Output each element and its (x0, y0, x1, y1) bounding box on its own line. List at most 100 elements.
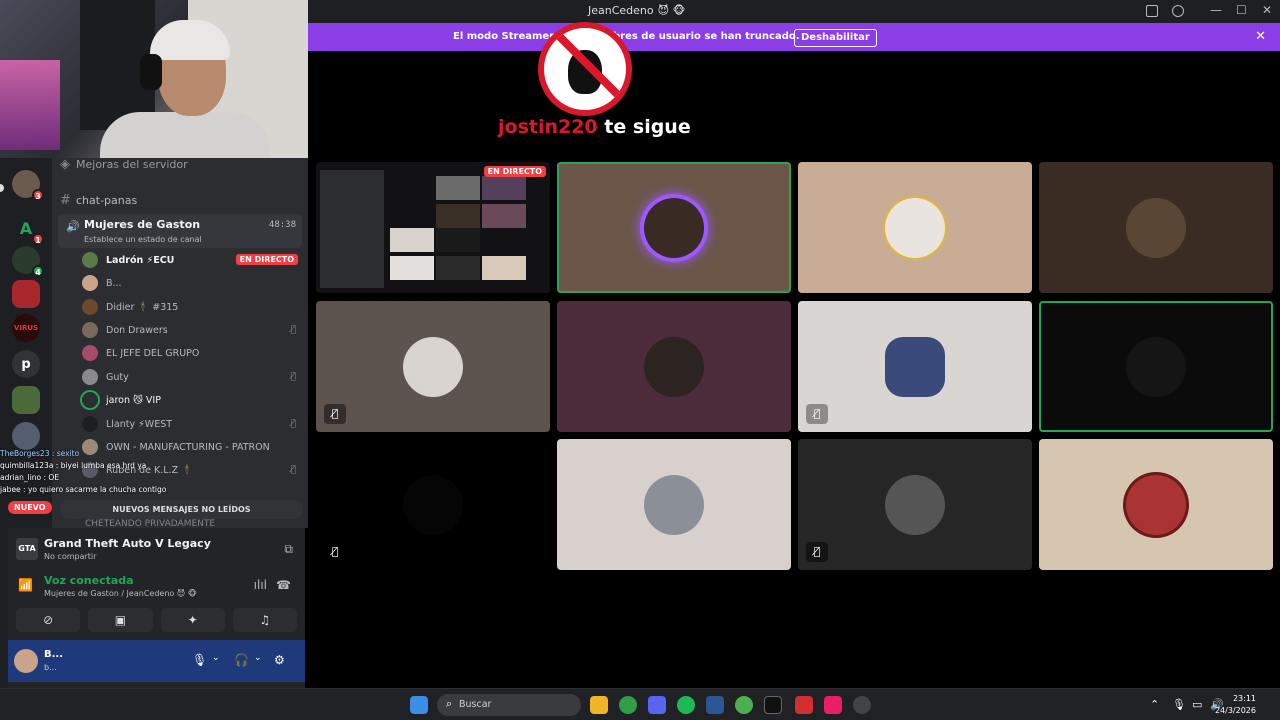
participant-tile[interactable] (557, 439, 791, 570)
share-screen-button[interactable]: ▣ (88, 608, 153, 632)
system-clock[interactable]: 23:11 24/3/2026 (1215, 693, 1256, 717)
voice-member[interactable]: Didier 🕴 #315 (82, 297, 300, 317)
maximize-icon[interactable]: ☐ (1236, 3, 1247, 17)
app-icon[interactable] (795, 696, 813, 714)
stream-tile[interactable]: EN DIRECTO (316, 162, 550, 293)
channel-status-prompt[interactable]: Establece un estado de canal (84, 235, 202, 244)
disconnect-icon[interactable]: ☎ (276, 578, 291, 592)
avatar (1126, 337, 1186, 397)
voice-timer: 48:38 (268, 220, 296, 230)
file-explorer-icon[interactable] (590, 696, 608, 714)
obs-icon[interactable] (853, 696, 871, 714)
mic-muted-icon: 🎙̸ (324, 404, 346, 424)
participant-tile[interactable]: 🎙̸ (316, 439, 550, 570)
avatar (1126, 475, 1186, 535)
participant-tile[interactable] (1039, 301, 1273, 432)
participant-tile[interactable] (557, 301, 791, 432)
voice-channel[interactable]: 🔊 Mujeres de Gaston 48:38 Establece un e… (58, 214, 302, 248)
stream-chat-overlay: TheBorges23 : sexito quimbilla123a : biy… (0, 448, 166, 496)
activities-button[interactable]: ✦ (160, 608, 225, 632)
member-name: Ladrón ⚡ECU (106, 254, 175, 266)
participant-tile[interactable]: 🎙̸ (316, 301, 550, 432)
participant-tile[interactable]: 🎙̸ (798, 439, 1032, 570)
channel-name: chat-panas (76, 193, 138, 207)
spotify-icon[interactable] (677, 696, 695, 714)
app-icon[interactable] (764, 696, 782, 714)
server-icon[interactable] (12, 386, 40, 414)
voice-member[interactable]: jaron 😼 VIP (82, 390, 300, 410)
server-badge: 4 (32, 265, 44, 277)
server-icon[interactable]: A1 (12, 214, 44, 245)
new-button[interactable]: NUEVO (8, 501, 52, 514)
camera-off-button[interactable]: ⊘ (16, 608, 81, 632)
search-placeholder: Buscar (459, 699, 492, 710)
game-subtext: No compartir (44, 552, 97, 561)
unread-messages-bar[interactable]: NUEVOS MENSAJES NO LEÍDOS (60, 500, 303, 519)
server-icon[interactable]: p (12, 350, 40, 378)
streamer-mode-banner: El modo Streamer est… nombres de usuario… (308, 23, 1280, 51)
avatar (82, 252, 98, 268)
headphones-icon[interactable]: 🎧 (234, 653, 249, 667)
voice-member[interactable]: Llanty ⚡WEST 🎙̸ (82, 414, 300, 434)
participant-tile[interactable]: 🎙̸ (798, 301, 1032, 432)
gear-icon[interactable]: ⚙ (274, 653, 285, 667)
start-icon[interactable] (410, 696, 428, 714)
voice-member[interactable]: EL JEFE DEL GRUPO (82, 343, 300, 363)
server-icon[interactable]: 4 (12, 246, 44, 277)
channel-row[interactable]: ◈ Mejoras del servidor (60, 158, 300, 174)
voice-member[interactable]: B... (82, 273, 300, 293)
avatar (82, 416, 98, 432)
avatar (644, 198, 704, 258)
mic-muted-icon: 🎙̸ (290, 372, 296, 382)
user-avatar[interactable] (14, 649, 38, 673)
voice-member[interactable]: Guty 🎙̸ (82, 367, 300, 387)
server-icon[interactable] (12, 280, 40, 308)
participant-tile[interactable] (1039, 162, 1273, 293)
voice-member[interactable]: Ladrón ⚡ECU EN DIRECTO (82, 250, 300, 270)
voice-status[interactable]: Voz conectada (44, 574, 134, 587)
close-icon[interactable]: ✕ (1255, 29, 1266, 44)
avatar (82, 322, 98, 338)
screen-share-icon[interactable]: ⧉ (284, 542, 293, 557)
disable-streamer-button[interactable]: Deshabilitar (794, 29, 877, 47)
network-icon[interactable]: ▭ (1192, 698, 1202, 711)
app-icon[interactable] (706, 696, 724, 714)
voice-connection: 📶 Voz conectada Mujeres de Gaston / Jean… (16, 572, 297, 602)
voice-member[interactable]: Don Drawers 🎙̸ (82, 320, 300, 340)
help-icon[interactable] (1172, 5, 1184, 17)
server-icon[interactable] (12, 422, 40, 450)
server-icon[interactable]: VIRUS (12, 314, 40, 342)
participant-tile[interactable] (557, 162, 791, 293)
preview-cell (482, 176, 526, 200)
inbox-icon[interactable] (1146, 5, 1158, 17)
participant-tile[interactable] (798, 162, 1032, 293)
chevron-down-icon[interactable]: ⌄ (254, 653, 262, 663)
noise-suppression-icon[interactable]: ılıl (254, 578, 267, 592)
minimize-icon[interactable]: — (1210, 3, 1222, 17)
mic-muted-icon: 🎙̸ (290, 325, 296, 335)
soundboard-icon: ♫ (259, 613, 271, 627)
chevron-down-icon[interactable]: ⌄ (212, 653, 220, 663)
browser-icon[interactable] (735, 696, 753, 714)
chevron-up-icon[interactable]: ⌃ (1150, 698, 1159, 711)
channel-chat-panas[interactable]: # chat-panas (60, 190, 300, 210)
taskbar-search[interactable]: ⌕ Buscar (437, 694, 581, 716)
mic-muted-icon: 🎙̸ (290, 419, 296, 429)
live-badge: EN DIRECTO (235, 254, 298, 265)
server-icon[interactable]: 3 (12, 170, 44, 201)
microphone-icon[interactable]: 🎙 (1172, 698, 1186, 711)
window-close-icon[interactable]: ✕ (1262, 3, 1272, 17)
tiktok-icon[interactable] (824, 696, 842, 714)
game-name: Grand Theft Auto V Legacy (44, 537, 211, 550)
activities-icon: ✦ (187, 613, 198, 627)
chrome-icon[interactable] (619, 696, 637, 714)
server-label: p (21, 356, 31, 372)
channel-name: Mejoras del servidor (76, 158, 188, 171)
soundboard-button[interactable]: ♫ (232, 608, 297, 632)
avatar (885, 198, 945, 258)
clock-time: 23:11 (1232, 694, 1256, 703)
window-titlebar: JeanCedeno 😈 🐵 — ☐ ✕ (308, 0, 1280, 23)
microphone-icon[interactable]: 🎙 (192, 653, 207, 667)
discord-icon[interactable] (648, 696, 666, 714)
participant-tile[interactable] (1039, 439, 1273, 570)
